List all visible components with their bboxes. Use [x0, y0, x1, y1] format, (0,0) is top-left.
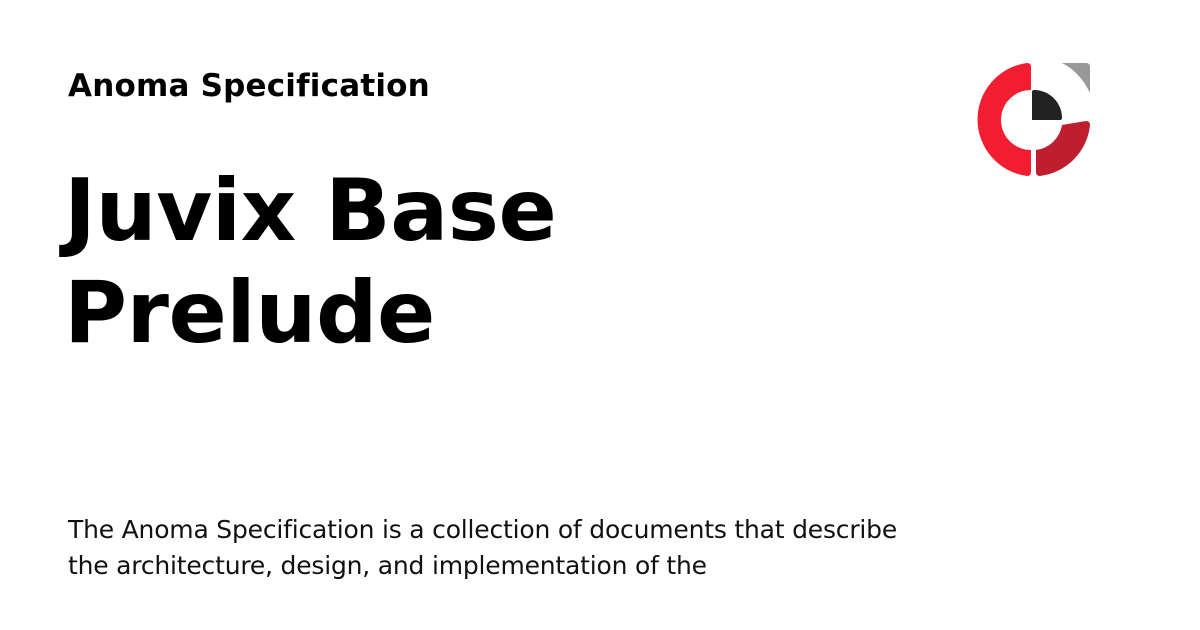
logo-center-quarter	[1032, 90, 1062, 120]
site-name: Anoma Specification	[68, 68, 430, 104]
logo-left-ring	[977, 63, 1031, 176]
page-title: Juvix Base Prelude	[64, 161, 557, 363]
page-description: The Anoma Specification is a collection …	[68, 515, 897, 580]
logo-bottom-right-ring	[1036, 121, 1090, 176]
logo-gray-corner	[1062, 63, 1090, 93]
anoma-logo-icon	[977, 63, 1090, 176]
